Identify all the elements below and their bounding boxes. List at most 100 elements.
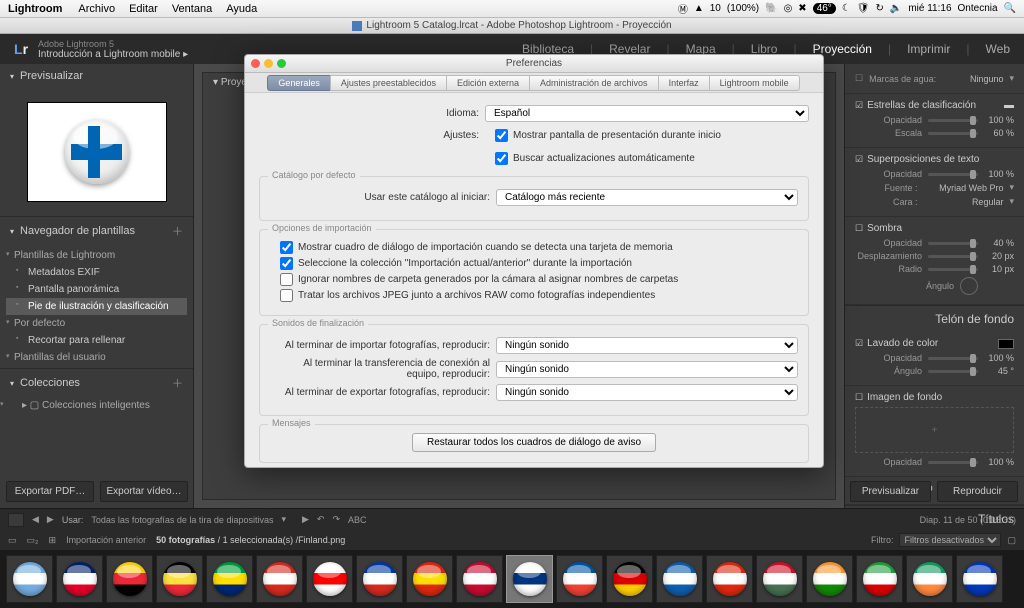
filmstrip-thumb[interactable] <box>556 555 603 603</box>
colorwash-swatch[interactable] <box>998 339 1014 349</box>
preview-header[interactable]: ▾Previsualizar <box>0 64 193 88</box>
template-item[interactable]: Metadatos EXIF <box>6 264 187 281</box>
bg-image-toggle[interactable]: Imagen de fondo <box>867 392 942 403</box>
default-catalog-select[interactable]: Catálogo más reciente <box>496 189 798 206</box>
play-slideshow-button[interactable]: Reproducir <box>937 481 1018 502</box>
prev-button[interactable]: ◀ <box>32 514 39 525</box>
filmstrip-thumb[interactable] <box>206 555 253 603</box>
pref-tab-5[interactable]: Lightroom mobile <box>709 75 800 91</box>
sound-tether-select[interactable]: Ningún sonido <box>496 361 798 378</box>
filmstrip-thumb[interactable] <box>106 555 153 603</box>
template-item[interactable]: Pantalla panorámica <box>6 281 187 298</box>
template-item[interactable]: Plantillas de Lightroom <box>6 247 187 264</box>
filmstrip-thumb[interactable] <box>56 555 103 603</box>
text-overlay-toggle[interactable]: Superposiciones de texto <box>867 154 979 165</box>
module-imprimir[interactable]: Imprimir <box>907 42 950 56</box>
template-item[interactable]: Por defecto <box>6 315 187 332</box>
shadow-opacity-slider[interactable] <box>928 242 978 245</box>
filmstrip-thumb[interactable] <box>406 555 453 603</box>
grid-icon[interactable]: ⊞ <box>49 535 57 546</box>
mobile-intro-link[interactable]: Introducción a Lightroom mobile ▸ <box>38 49 188 60</box>
backdrop-header[interactable]: Telón de fondo <box>845 305 1024 332</box>
filmstrip-thumb[interactable] <box>606 555 653 603</box>
cw-opacity-slider[interactable] <box>928 357 978 360</box>
bg-image-drop[interactable]: + <box>855 407 1014 453</box>
second-window-icon[interactable]: ▭₂ <box>27 535 39 546</box>
rotate-ccw-button[interactable]: ↶ <box>317 514 325 525</box>
stars-opacity-slider[interactable] <box>928 119 978 122</box>
shadow-offset-slider[interactable] <box>928 255 978 258</box>
filter-select[interactable]: Filtros desactivados <box>899 533 1001 547</box>
smart-collections[interactable]: ▸ ▢ Colecciones inteligentes <box>0 397 193 414</box>
filmstrip-thumb[interactable] <box>506 555 553 603</box>
text-opacity-slider[interactable] <box>928 173 978 176</box>
add-template-button[interactable]: ＋ <box>172 223 183 239</box>
preview-button[interactable]: Previsualizar <box>850 481 931 502</box>
face-select[interactable]: Regular <box>923 197 1003 207</box>
filter-lock-icon[interactable]: ▢ <box>1007 535 1016 546</box>
collections-header[interactable]: ▾Colecciones＋ <box>0 368 193 397</box>
play-button[interactable]: ▶ <box>302 514 309 525</box>
filmstrip-thumb[interactable] <box>756 555 803 603</box>
menu-file[interactable]: Archivo <box>78 3 115 15</box>
shadow-radius-slider[interactable] <box>928 268 978 271</box>
pref-tab-1[interactable]: Ajustes preestablecidos <box>330 75 447 91</box>
filmstrip-thumb[interactable] <box>706 555 753 603</box>
pref-tab-4[interactable]: Interfaz <box>658 75 710 91</box>
menubar-user[interactable]: Ontecnia <box>958 3 998 14</box>
cw-angle-slider[interactable] <box>928 370 978 373</box>
import-opt-d[interactable]: Tratar los archivos JPEG junto a archivo… <box>280 289 798 302</box>
filmstrip-thumb[interactable] <box>906 555 953 603</box>
close-icon[interactable] <box>251 59 260 68</box>
add-collection-button[interactable]: ＋ <box>172 375 183 391</box>
sound-import-select[interactable]: Ningún sonido <box>496 337 798 354</box>
minimize-icon[interactable] <box>264 59 273 68</box>
abc-button[interactable]: ABC <box>348 515 367 525</box>
import-opt-c[interactable]: Ignorar nombres de carpeta generados por… <box>280 273 798 286</box>
stars-scale-slider[interactable] <box>928 132 978 135</box>
template-item[interactable]: Recortar para rellenar <box>6 332 187 349</box>
filmstrip-thumb[interactable] <box>806 555 853 603</box>
use-selector[interactable]: Todas las fotografías de la tira de diap… <box>91 515 273 525</box>
template-item[interactable]: Plantillas del usuario <box>6 349 187 366</box>
source-label[interactable]: Importación anterior <box>66 535 146 545</box>
restore-dialogs-button[interactable]: Restaurar todos los cuadros de diálogo d… <box>412 433 656 452</box>
dialog-titlebar[interactable]: Preferencias <box>245 55 823 73</box>
import-opt-a[interactable]: Mostrar cuadro de diálogo de importación… <box>280 241 798 254</box>
splash-checkbox[interactable]: Mostrar pantalla de presentación durante… <box>495 129 721 142</box>
filmstrip-thumb[interactable] <box>656 555 703 603</box>
main-window-icon[interactable]: ▭ <box>8 535 17 546</box>
watermark-value[interactable]: Ninguno <box>953 74 1003 84</box>
filmstrip-thumb[interactable] <box>356 555 403 603</box>
app-name[interactable]: Lightroom <box>8 3 62 15</box>
language-select[interactable]: Español <box>485 105 809 122</box>
pref-tab-2[interactable]: Edición externa <box>446 75 530 91</box>
menu-edit[interactable]: Editar <box>129 3 158 15</box>
next-button[interactable]: ▶ <box>47 514 54 525</box>
template-item[interactable]: Pie de ilustración y clasificación <box>6 298 187 315</box>
update-checkbox[interactable]: Buscar actualizaciones automáticamente <box>495 152 695 165</box>
filmstrip-thumb[interactable] <box>456 555 503 603</box>
export-pdf-button[interactable]: Exportar PDF… <box>6 481 94 502</box>
colorwash-toggle[interactable]: Lavado de color <box>867 338 938 349</box>
stars-toggle[interactable]: Estrellas de clasificación <box>867 100 976 111</box>
filmstrip-thumb[interactable] <box>306 555 353 603</box>
template-browser-header[interactable]: ▾Navegador de plantillas＋ <box>0 216 193 245</box>
pref-tab-0[interactable]: Generales <box>267 75 331 91</box>
menubar-time[interactable]: mié 11:16 <box>908 3 951 14</box>
filmstrip-thumb[interactable] <box>956 555 1003 603</box>
shadow-toggle[interactable]: Sombra <box>867 223 902 234</box>
filmstrip-thumb[interactable] <box>156 555 203 603</box>
spotlight-icon[interactable]: 🔍 <box>1004 3 1016 14</box>
menu-window[interactable]: Ventana <box>172 3 212 15</box>
filmstrip-thumb[interactable] <box>856 555 903 603</box>
stop-button[interactable] <box>8 513 24 527</box>
zoom-icon[interactable] <box>277 59 286 68</box>
shadow-angle-dial[interactable] <box>960 277 978 295</box>
sound-export-select[interactable]: Ningún sonido <box>496 384 798 401</box>
filmstrip[interactable] <box>0 550 1024 608</box>
font-select[interactable]: Myriad Web Pro <box>923 183 1003 193</box>
bg-opacity-slider[interactable] <box>928 461 978 464</box>
export-video-button[interactable]: Exportar vídeo… <box>100 481 188 502</box>
pref-tab-3[interactable]: Administración de archivos <box>529 75 659 91</box>
